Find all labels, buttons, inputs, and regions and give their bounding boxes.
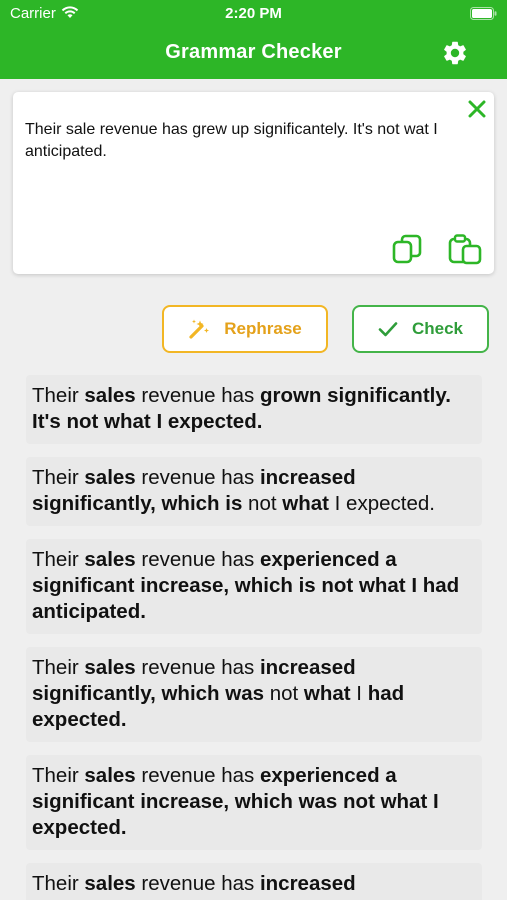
suggestion-text: Their [32,384,85,407]
suggestion-list: Their sales revenue has grown significan… [26,375,482,900]
suggestion-item[interactable]: Their sales revenue has grown significan… [26,375,482,444]
suggestion-changed-text: sales [84,548,136,571]
copy-icon [392,234,422,264]
suggestion-changed-text: sales [84,656,136,679]
suggestion-changed-text: increased [259,872,356,895]
suggestion-changed-text: what [282,492,329,515]
suggestion-item[interactable]: Their sales revenue has increased [26,863,482,900]
clear-button[interactable] [468,100,486,118]
suggestion-item[interactable]: Their sales revenue has experienced a si… [26,539,482,634]
magic-wand-icon [189,319,210,339]
page-title: Grammar Checker [165,41,342,63]
suggestion-item[interactable]: Their sales revenue has increased signif… [26,647,482,742]
check-button[interactable]: Check [352,305,489,353]
suggestion-changed-text: sales [84,872,136,895]
paste-icon [448,234,482,265]
settings-button[interactable] [441,39,469,67]
suggestion-text: Their [32,764,85,787]
suggestion-text: not [264,682,304,705]
suggestion-item[interactable]: Their sales revenue has increased signif… [26,457,482,526]
suggestion-changed-text: sales [84,384,136,407]
suggestion-text: not [242,492,283,515]
suggestion-text: revenue has [135,548,260,571]
battery-icon [470,7,497,24]
status-bar: Carrier 2:20 PM [0,0,507,28]
suggestion-text: revenue has [135,764,260,787]
clock: 2:20 PM [225,5,282,22]
close-icon [468,100,486,118]
suggestion-text: I expected. [328,492,435,515]
suggestion-text: revenue has [135,384,260,407]
check-label: Check [411,319,464,338]
suggestion-text: Their [32,872,85,895]
suggestion-text: revenue has [135,872,260,895]
copy-button[interactable] [391,233,423,265]
paste-button[interactable] [448,233,482,265]
app-header: Carrier 2:20 PM Grammar Checker [0,0,507,79]
gear-icon [444,41,466,65]
suggestion-text: revenue has [135,656,260,679]
rephrase-label: Rephrase [224,319,302,338]
input-text[interactable]: Their sale revenue has grew up significa… [25,119,487,163]
text-input-card[interactable]: Their sale revenue has grew up significa… [13,92,494,274]
suggestion-changed-text: sales [84,764,136,787]
suggestion-changed-text: sales [84,466,136,489]
suggestion-text: I [350,682,368,705]
suggestion-changed-text: what [303,682,351,705]
checkmark-icon [378,322,398,337]
suggestion-text: Their [32,656,85,679]
suggestion-text: revenue has [135,466,260,489]
rephrase-button[interactable]: Rephrase [162,305,328,353]
suggestion-item[interactable]: Their sales revenue has experienced a si… [26,755,482,850]
suggestion-text: Their [32,466,85,489]
suggestion-text: Their [32,548,85,571]
